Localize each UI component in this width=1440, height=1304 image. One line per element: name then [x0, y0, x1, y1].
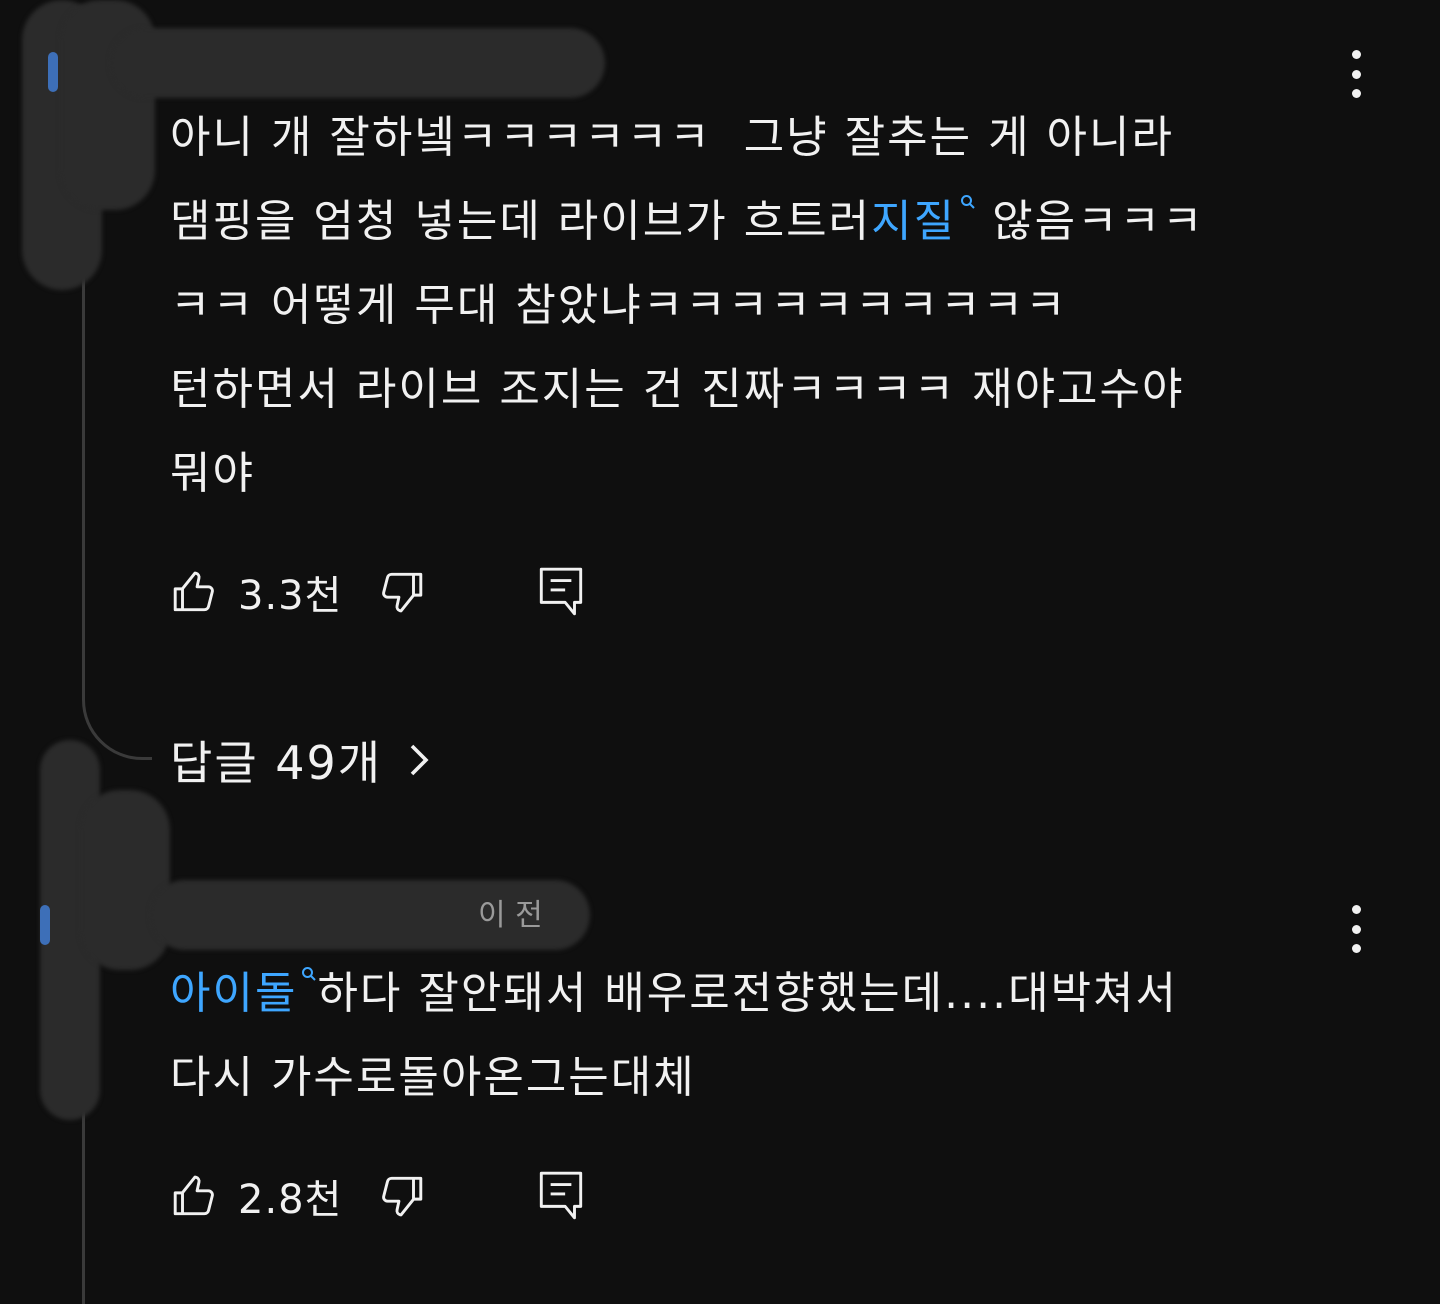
search-link-icon	[302, 967, 317, 981]
redaction-mark	[80, 790, 170, 970]
thumbs-down-icon	[382, 572, 423, 613]
comment-reply-icon	[540, 567, 583, 616]
thumbs-down-icon	[382, 1176, 423, 1217]
more-vert-icon[interactable]	[1340, 905, 1372, 953]
like-button[interactable]: 3.3천	[170, 563, 376, 621]
replies-count-label: 답글 49개	[170, 736, 383, 790]
view-replies-button[interactable]: 답글 49개	[170, 728, 438, 792]
comment-2: 아이돌 하다 잘안돼서 배우로전향했는데....대박쳐서 다시 가수로돌아온그는대…	[170, 952, 1340, 1120]
comment-text: 아이돌 하다 잘안돼서 배우로전향했는데....대박쳐서 다시 가수로돌아온그는대…	[170, 967, 1179, 1103]
reply-button[interactable]	[536, 564, 586, 620]
like-count: 2.8천	[238, 1177, 343, 1223]
dislike-button[interactable]	[376, 567, 426, 617]
like-button[interactable]: 2.8천	[170, 1167, 376, 1225]
like-count: 3.3천	[238, 573, 343, 619]
thumbs-up-icon	[173, 1175, 214, 1216]
comment-1: 아니 개 잘하넼ㅋㅋㅋㅋㅋㅋ 그냥 잘추는 게 아니라 댐핑을 엄청 넣는데 라…	[170, 96, 1340, 516]
redaction-mark	[110, 28, 605, 98]
comment-reply-icon	[540, 1171, 583, 1220]
comment-actions: 3.3천	[170, 562, 586, 622]
chevron-right-icon	[410, 744, 429, 776]
reply-button[interactable]	[536, 1168, 586, 1224]
avatar[interactable]	[40, 905, 50, 945]
comment-timestamp: 이 전	[478, 898, 543, 933]
hashtag-link[interactable]: 아이돌	[170, 967, 317, 1019]
search-link-icon	[961, 195, 975, 209]
hashtag-link[interactable]: 지질	[871, 195, 976, 247]
avatar[interactable]	[48, 52, 58, 92]
comment-actions: 2.8천	[170, 1166, 586, 1226]
more-vert-icon[interactable]	[1340, 50, 1372, 98]
thumbs-up-icon	[173, 571, 214, 612]
dislike-button[interactable]	[376, 1171, 426, 1221]
comment-text: 아니 개 잘하넼ㅋㅋㅋㅋㅋㅋ 그냥 잘추는 게 아니라 댐핑을 엄청 넣는데 라…	[170, 112, 1205, 499]
